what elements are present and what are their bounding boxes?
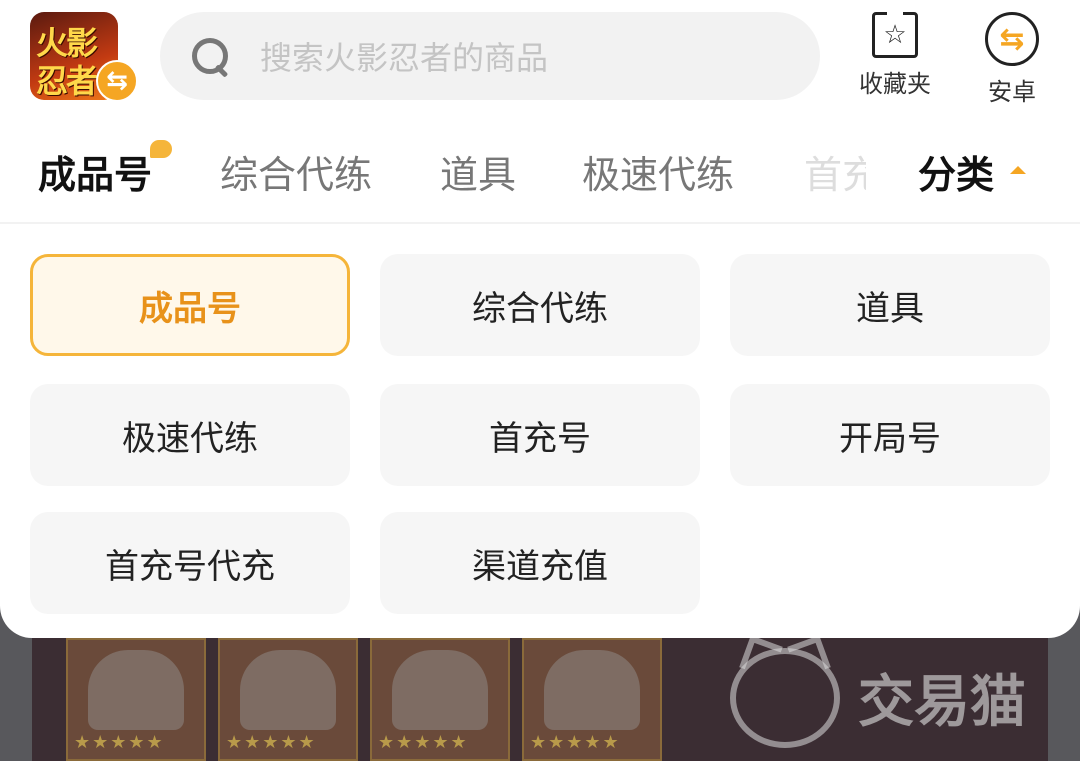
category-option-first-recharge-proxy[interactable]: 首充号代充 <box>30 512 350 614</box>
category-option-first-recharge-account[interactable]: 首充号 <box>380 384 700 486</box>
logo-text-line2: 忍者 <box>36 62 98 100</box>
character-card: ★★★★★ <box>66 638 206 761</box>
star-folder-icon: ☆ <box>872 12 918 58</box>
search-input[interactable]: 搜索火影忍者的商品 <box>260 33 548 79</box>
search-icon <box>190 36 230 76</box>
category-option-comprehensive-leveling[interactable]: 综合代练 <box>380 254 700 356</box>
tab-finished-account[interactable]: 成品号 <box>38 144 152 199</box>
switch-game-icon[interactable]: ⇆ <box>96 60 138 102</box>
category-option-starter-account[interactable]: 开局号 <box>730 384 1050 486</box>
search-bar[interactable]: 搜索火影忍者的商品 <box>160 12 820 100</box>
watermark-text: 交易猫 <box>858 670 1026 735</box>
character-card: ★★★★★ <box>522 638 662 761</box>
category-tabs: 成品号 综合代练 道具 极速代练 首充 分类 <box>0 130 1080 222</box>
watermark: 交易猫 <box>730 640 1060 755</box>
platform-button[interactable]: ⇆ 安卓 <box>962 12 1062 107</box>
favorites-button[interactable]: ☆ 收藏夹 <box>845 12 945 99</box>
cat-logo-icon <box>730 647 840 748</box>
character-card: ★★★★★ <box>370 638 510 761</box>
tab-express-leveling[interactable]: 极速代练 <box>582 144 734 199</box>
tab-category[interactable]: 分类 <box>918 144 994 199</box>
tab-comprehensive-leveling[interactable]: 综合代练 <box>220 144 372 199</box>
category-option-items[interactable]: 道具 <box>730 254 1050 356</box>
tab-hot-badge <box>150 140 172 158</box>
caret-up-icon <box>1010 166 1026 174</box>
switch-arrows-icon: ⇆ <box>985 12 1039 66</box>
character-card: ★★★★★ <box>218 638 358 761</box>
divider <box>0 222 1080 224</box>
tab-first-recharge[interactable]: 首充 <box>804 144 866 199</box>
platform-label: 安卓 <box>988 78 1036 106</box>
category-option-express-leveling[interactable]: 极速代练 <box>30 384 350 486</box>
category-option-channel-topup[interactable]: 渠道充值 <box>380 512 700 614</box>
category-dropdown-panel: 火影 忍者 ⇆ 搜索火影忍者的商品 ☆ 收藏夹 ⇆ 安卓 成品号 综合代练 道具… <box>0 0 1080 638</box>
tab-items[interactable]: 道具 <box>440 144 516 199</box>
category-option-finished-account[interactable]: 成品号 <box>30 254 350 356</box>
favorites-label: 收藏夹 <box>859 70 931 98</box>
